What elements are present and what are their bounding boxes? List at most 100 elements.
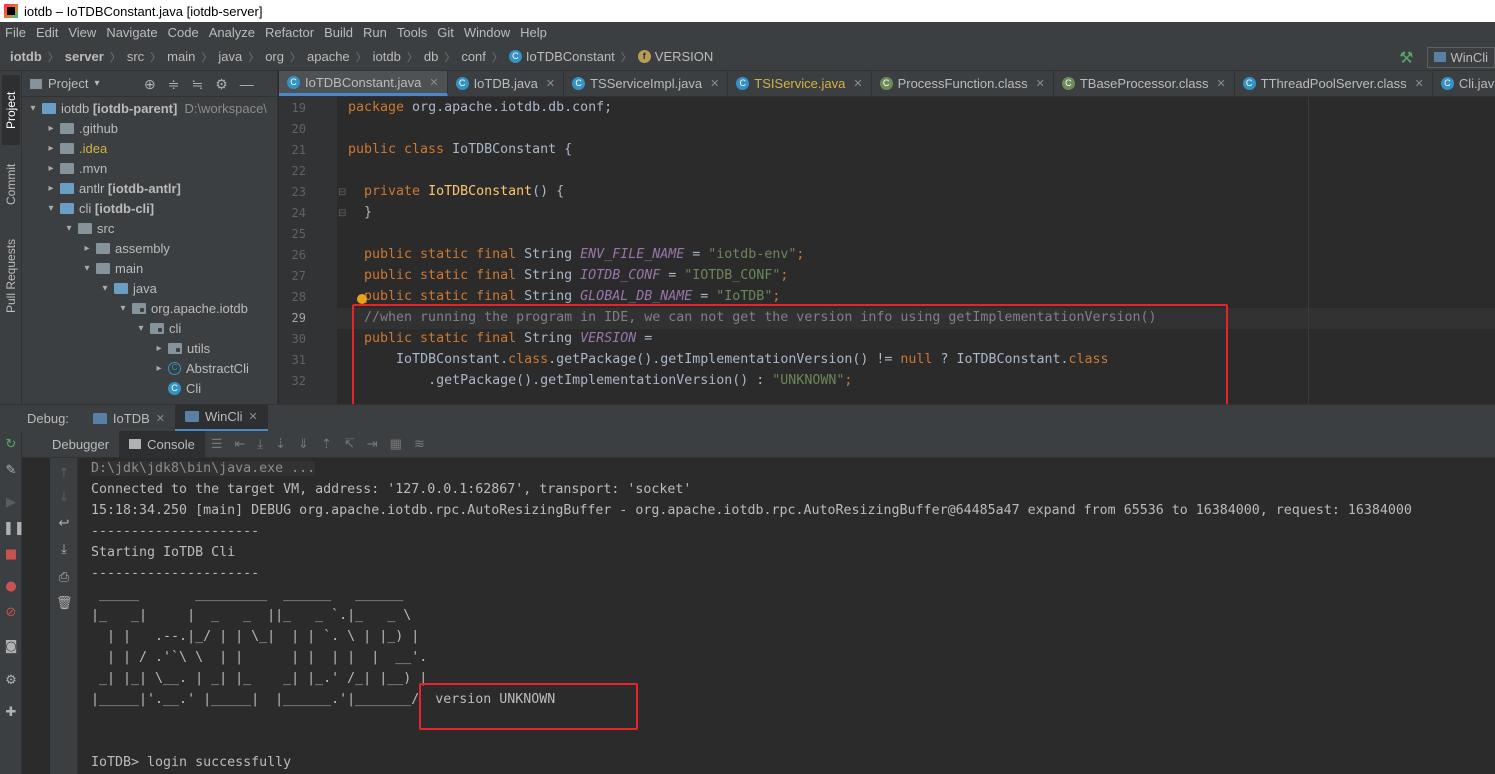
fold-icon[interactable]: ⊟ [338, 187, 346, 198]
menu-help[interactable]: Help [515, 25, 552, 40]
tab-tbaseprocessor-class[interactable]: C TBaseProcessor.class ✕ [1054, 71, 1235, 96]
wrench-icon[interactable]: ✎ [3, 463, 19, 479]
breadcrumb-org[interactable]: org [265, 49, 284, 64]
tab-debug-wincli[interactable]: WinCli ✕ [174, 404, 268, 432]
tree-item-github[interactable]: ▸ .github [22, 118, 277, 138]
tree-item-mvn[interactable]: ▸ .mvn [22, 158, 277, 178]
tree-item-abstractcli[interactable]: ▸ C AbstractCli [22, 358, 277, 378]
run-configuration-select[interactable]: WinCli [1427, 47, 1495, 68]
print-icon[interactable]: ⎙ [56, 570, 72, 586]
close-icon[interactable]: ✕ [1216, 77, 1225, 90]
pin-icon[interactable]: ✚ [3, 705, 19, 721]
step-out-icon[interactable]: ⇡ [321, 436, 332, 452]
tab-debug-iotdb[interactable]: IoTDB ✕ [83, 405, 175, 432]
pause-icon[interactable]: ❚❚ [3, 521, 25, 537]
soft-wrap-icon[interactable]: ↩ [56, 516, 72, 532]
tab-project-tool[interactable]: Project [2, 75, 20, 145]
tree-item-utils[interactable]: ▸ utils [22, 338, 277, 358]
gear-icon[interactable]: ⚙ [3, 673, 19, 689]
tab-console[interactable]: Console [119, 430, 205, 458]
code-editor[interactable]: 19 20 21 22 23 24 25 26 27 28 29 30 31 3… [279, 97, 1495, 404]
tree-item-antlr[interactable]: ▸ antlr [iotdb-antlr] [22, 178, 277, 198]
menu-code[interactable]: Code [163, 25, 204, 40]
menu-analyze[interactable]: Analyze [204, 25, 260, 40]
menu-run[interactable]: Run [358, 25, 392, 40]
tab-cli-java[interactable]: CCli.java✕ [1433, 71, 1495, 96]
intention-bulb-icon[interactable] [357, 294, 367, 304]
menu-file[interactable]: File [0, 25, 31, 40]
close-icon[interactable]: ✕ [853, 77, 862, 90]
breadcrumb-iotdb[interactable]: iotdb [10, 49, 42, 64]
tree-item-idea[interactable]: ▸ .idea [22, 138, 277, 158]
view-breakpoints-icon[interactable]: ● [3, 579, 19, 595]
run-to-cursor-icon[interactable]: ⇥ [367, 436, 378, 452]
tree-item-src[interactable]: ▾ src [22, 218, 277, 238]
mute-breakpoints-icon[interactable]: ⊘ [3, 605, 19, 621]
menu-navigate[interactable]: Navigate [101, 25, 162, 40]
close-icon[interactable]: ✕ [710, 77, 719, 90]
breadcrumb-iotdb-pkg[interactable]: iotdb [373, 49, 401, 64]
locate-icon[interactable]: ⊕ [144, 76, 156, 93]
menu-view[interactable]: View [63, 25, 101, 40]
tree-item-cli-package[interactable]: ▾ cli [22, 318, 277, 338]
breadcrumb-src[interactable]: src [127, 49, 144, 64]
menu-edit[interactable]: Edit [31, 25, 63, 40]
rerun-icon[interactable]: ↻ [3, 437, 19, 453]
trash-icon[interactable]: 🗑 [56, 596, 73, 612]
tab-pull-requests-tool[interactable]: Pull Requests [2, 226, 20, 326]
expand-all-icon[interactable]: ≑ [168, 76, 180, 93]
tab-iotdb-java[interactable]: C IoTDB.java ✕ [448, 71, 565, 96]
down-arrow-icon[interactable]: ↓ [56, 490, 72, 506]
tab-tsserviceimpl-java[interactable]: C TSServiceImpl.java ✕ [564, 71, 729, 96]
chevron-down-icon[interactable]: ▾ [94, 78, 99, 89]
trace-icon[interactable]: ≋ [414, 436, 425, 452]
close-icon[interactable]: ✕ [156, 412, 165, 425]
menu-git[interactable]: Git [432, 25, 459, 40]
breadcrumb-conf[interactable]: conf [461, 49, 486, 64]
drop-frame-icon[interactable]: ↸ [344, 436, 355, 452]
tree-item-main[interactable]: ▾ main [22, 258, 277, 278]
resume-icon[interactable]: ▶ [3, 495, 19, 511]
step-over-icon[interactable]: ⤓ [257, 436, 263, 452]
minimize-icon[interactable]: — [240, 76, 254, 93]
tree-item-assembly[interactable]: ▸ assembly [22, 238, 277, 258]
close-icon[interactable]: ✕ [1036, 77, 1045, 90]
up-arrow-icon[interactable]: ↑ [56, 466, 72, 482]
breadcrumb-class[interactable]: C IoTDBConstant [508, 49, 615, 64]
breadcrumb-field[interactable]: f VERSION [637, 49, 713, 64]
collapse-all-icon[interactable]: ≒ [191, 76, 203, 93]
close-icon[interactable]: ✕ [249, 410, 258, 423]
menu-tools[interactable]: Tools [392, 25, 432, 40]
tree-item-org-apache-iotdb[interactable]: ▾ org.apache.iotdb [22, 298, 277, 318]
console-output[interactable]: D:\jdk\jdk8\bin\java.exe ... Connected t… [79, 458, 1495, 774]
tab-commit-tool[interactable]: Commit [2, 151, 20, 217]
tab-tsiservice-java[interactable]: C TSIService.java ✕ [728, 71, 872, 96]
evaluate-icon[interactable]: ▦ [390, 436, 402, 452]
menu-icon[interactable]: ☰ [211, 436, 223, 452]
tree-item-iotdb[interactable]: ▾ iotdb [iotdb-parent] D:\workspace\ [22, 98, 277, 118]
tree-item-java[interactable]: ▾ java [22, 278, 277, 298]
project-view-select[interactable]: Project [48, 76, 88, 91]
force-step-into-icon[interactable]: ⇓ [298, 436, 309, 452]
gear-icon[interactable]: ⚙ [215, 76, 228, 93]
step-into-icon[interactable]: ⇣ [275, 436, 286, 452]
breadcrumb-main[interactable]: main [167, 49, 195, 64]
camera-icon[interactable]: ◙ [3, 639, 19, 655]
close-icon[interactable]: ✕ [1415, 77, 1424, 90]
scroll-to-end-icon[interactable]: ⤓ [56, 542, 72, 558]
stop-icon[interactable]: ■ [3, 547, 19, 563]
breadcrumb-server[interactable]: server [65, 49, 104, 64]
breadcrumb-apache[interactable]: apache [307, 49, 350, 64]
tab-processfunction-class[interactable]: C ProcessFunction.class ✕ [872, 71, 1054, 96]
breadcrumb-java[interactable]: java [218, 49, 242, 64]
tab-debugger[interactable]: Debugger [22, 431, 119, 458]
tab-tthreadpoolserver-class[interactable]: C TThreadPoolServer.class ✕ [1235, 71, 1433, 96]
menu-refactor[interactable]: Refactor [260, 25, 319, 40]
build-hammer-icon[interactable]: ⚒ [1399, 48, 1413, 67]
close-icon[interactable]: ✕ [546, 77, 555, 90]
close-icon[interactable]: ✕ [429, 76, 438, 89]
tab-iotdbconstant-java[interactable]: C IoTDBConstant.java ✕ [279, 71, 448, 96]
show-execution-point-icon[interactable]: ⇤ [234, 436, 245, 452]
fold-icon[interactable]: ⊟ [338, 208, 346, 219]
tree-item-cli-module[interactable]: ▾ cli [iotdb-cli] [22, 198, 277, 218]
